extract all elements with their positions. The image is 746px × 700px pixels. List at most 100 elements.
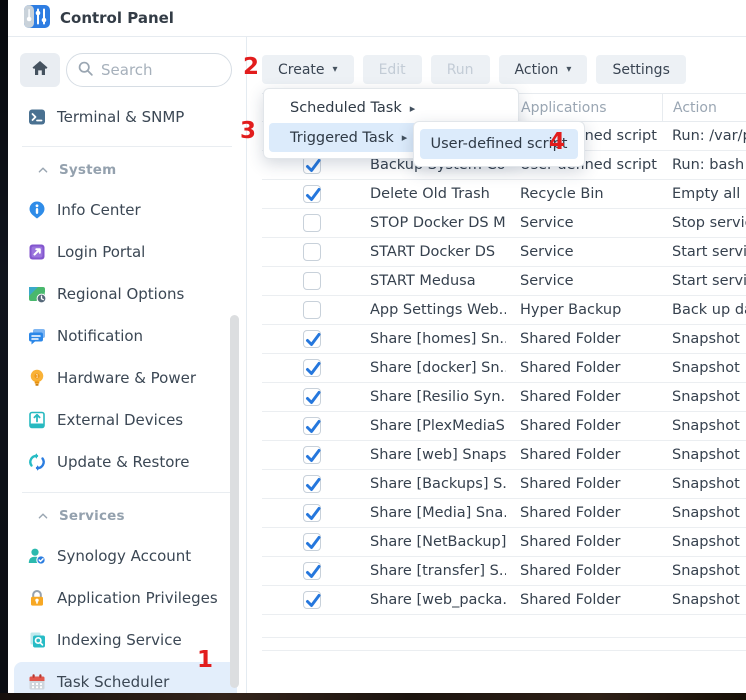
sidebar-item-update-restore[interactable]: Update & Restore <box>8 441 246 483</box>
run-button[interactable]: Run <box>431 55 490 84</box>
sidebar-item-regional-options[interactable]: Regional Options <box>8 273 246 315</box>
action-button[interactable]: Action ▾ <box>499 55 588 84</box>
task-action: Snapshot <box>662 331 746 347</box>
application-privileges-icon <box>27 588 47 608</box>
desktop-edge-bottom <box>0 693 746 700</box>
row-checkbox[interactable] <box>303 330 321 348</box>
sidebar-item-terminal-snmp[interactable]: Terminal & SNMP <box>8 97 246 137</box>
sidebar-item-label: Synology Account <box>57 547 191 565</box>
task-name: Share [Resilio Syn... <box>370 383 506 412</box>
table-row[interactable]: Share [homes] Sn... Shared Folder Snapsh… <box>262 325 746 354</box>
page-title: Control Panel <box>60 9 174 27</box>
table-row[interactable]: App Settings Web... Hyper Backup Back up… <box>262 296 746 325</box>
search-input[interactable] <box>101 61 221 79</box>
sidebar-item-label: Update & Restore <box>57 453 189 471</box>
sidebar-item-application-privileges[interactable]: Application Privileges <box>8 577 246 619</box>
notification-icon <box>27 326 47 346</box>
row-checkbox[interactable] <box>303 475 321 493</box>
annotation-step-2: 2 <box>243 56 259 79</box>
edit-button[interactable]: Edit <box>363 55 422 84</box>
task-name: Share [NetBackup]... <box>370 528 506 557</box>
sidebar-item-info-center[interactable]: Info Center <box>8 189 246 231</box>
row-checkbox[interactable] <box>303 417 321 435</box>
task-application: Shared Folder <box>510 534 662 550</box>
sidebar-item-hardware-power[interactable]: 1 Hardware & Power <box>8 357 246 399</box>
search-box <box>66 53 232 87</box>
caret-down-icon: ▾ <box>333 64 338 75</box>
chevron-up-icon <box>37 507 49 526</box>
task-application: Shared Folder <box>510 447 662 463</box>
settings-button[interactable]: Settings <box>596 55 685 84</box>
table-row[interactable]: START Medusa Service Start servic <box>262 267 746 296</box>
table-row[interactable]: Share [docker] Sn... Shared Folder Snaps… <box>262 354 746 383</box>
column-header-action[interactable]: Action <box>662 94 746 121</box>
window: Control Panel <box>8 0 746 693</box>
terminal-icon <box>27 107 47 127</box>
sidebar-item-label: External Devices <box>57 411 183 429</box>
table-row[interactable]: Share [Media] Sna... Shared Folder Snaps… <box>262 499 746 528</box>
section-header-system[interactable]: System <box>8 151 246 189</box>
task-application: Service <box>510 244 662 260</box>
annotation-step-1: 1 <box>197 649 213 672</box>
home-button[interactable] <box>20 53 60 87</box>
toolbar: Create ▾ Edit Run Action ▾ Settings <box>262 55 686 84</box>
sidebar-scrollbar[interactable] <box>230 315 239 688</box>
row-checkbox[interactable] <box>303 301 321 319</box>
sidebar-item-label: Terminal & SNMP <box>57 108 184 126</box>
search-icon <box>77 60 94 81</box>
task-name: Share [Backups] S... <box>370 470 506 499</box>
table-row[interactable]: Share [Backups] S... Shared Folder Snaps… <box>262 470 746 499</box>
task-name: Share [web] Snaps... <box>370 441 506 470</box>
row-checkbox[interactable] <box>303 533 321 551</box>
table-row[interactable]: Delete Old Trash Recycle Bin Empty all R <box>262 180 746 209</box>
desktop-edge-left <box>0 0 8 700</box>
row-checkbox[interactable] <box>303 388 321 406</box>
title-bar: Control Panel <box>8 0 746 37</box>
table-row[interactable]: Share [transfer] S... Shared Folder Snap… <box>262 557 746 586</box>
submenu-arrow-icon: ▸ <box>410 102 416 115</box>
task-scheduler-icon <box>27 672 47 692</box>
row-checkbox[interactable] <box>303 446 321 464</box>
sidebar-item-label: Regional Options <box>57 285 184 303</box>
sidebar-item-login-portal[interactable]: Login Portal <box>8 231 246 273</box>
chevron-up-icon <box>37 161 49 180</box>
sidebar-divider <box>22 146 232 147</box>
task-action: Empty all R <box>662 186 746 202</box>
row-checkbox[interactable] <box>303 243 321 261</box>
regional-options-icon <box>27 284 47 304</box>
table-row[interactable]: START Docker DS Service Start servic <box>262 238 746 267</box>
home-icon <box>30 58 50 82</box>
column-header-applications[interactable]: Applications <box>510 94 662 121</box>
row-checkbox[interactable] <box>303 359 321 377</box>
table-row[interactable]: Share [web_packa... Shared Folder Snapsh… <box>262 586 746 615</box>
row-checkbox[interactable] <box>303 214 321 232</box>
create-button[interactable]: Create ▾ <box>262 55 354 84</box>
task-action: Snapshot <box>662 447 746 463</box>
row-checkbox[interactable] <box>303 591 321 609</box>
sidebar-item-notification[interactable]: Notification <box>8 315 246 357</box>
annotation-step-4: 4 <box>549 131 565 154</box>
row-checkbox[interactable] <box>303 272 321 290</box>
row-checkbox[interactable] <box>303 185 321 203</box>
table-grid-line <box>262 650 746 651</box>
task-application: Recycle Bin <box>510 186 662 202</box>
task-name: Share [web_packa... <box>370 586 506 615</box>
table-row[interactable]: STOP Docker DS M... Service Stop servic <box>262 209 746 238</box>
task-application: Shared Folder <box>510 331 662 347</box>
task-application: Service <box>510 215 662 231</box>
sidebar-item-label: Login Portal <box>57 243 145 261</box>
table-row[interactable]: Share [web] Snaps... Shared Folder Snaps… <box>262 441 746 470</box>
table-row[interactable]: Share [Resilio Syn... Shared Folder Snap… <box>262 383 746 412</box>
sidebar-item-synology-account[interactable]: Synology Account <box>8 535 246 577</box>
task-action: Snapshot <box>662 360 746 376</box>
task-application: Shared Folder <box>510 418 662 434</box>
menu-item-scheduled-task[interactable]: Scheduled Task ▸ <box>264 94 518 122</box>
section-header-services[interactable]: Services <box>8 497 246 535</box>
task-name: START Docker DS <box>370 238 506 267</box>
table-row[interactable]: Share [NetBackup]... Shared Folder Snaps… <box>262 528 746 557</box>
row-checkbox[interactable] <box>303 504 321 522</box>
table-row[interactable]: Share [PlexMediaS... Shared Folder Snaps… <box>262 412 746 441</box>
row-checkbox[interactable] <box>303 562 321 580</box>
sidebar-item-external-devices[interactable]: External Devices <box>8 399 246 441</box>
task-name: Share [docker] Sn... <box>370 354 506 383</box>
